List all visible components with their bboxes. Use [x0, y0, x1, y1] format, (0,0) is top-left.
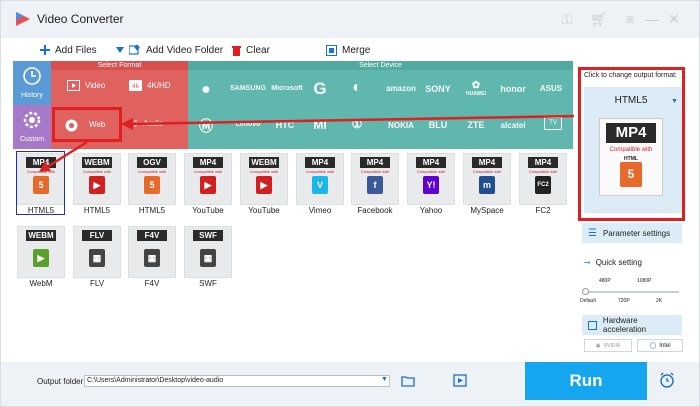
arrow-to-web: [126, 114, 577, 126]
quick-setting: ⊸ Quick setting: [584, 258, 642, 267]
run-button[interactable]: Run: [525, 362, 647, 400]
nvidia-toggle[interactable]: ▣ NVIDIA: [584, 339, 632, 352]
intel-icon: ◯: [649, 343, 657, 349]
nvidia-icon: ▣: [595, 342, 601, 349]
quality-top-480p: 480P: [599, 278, 611, 284]
arrow-to-html5: [43, 140, 88, 171]
hardware-acceleration-label: Hardware acceleration: [602, 316, 647, 334]
quality-bottom-720p: 720P: [618, 298, 630, 304]
hardware-acceleration-button[interactable]: Hardware acceleration: [582, 315, 682, 335]
output-format-highlight-box: [578, 67, 685, 221]
quality-slider-thumb[interactable]: [582, 288, 589, 295]
arrow-head-web: [121, 118, 133, 130]
quality-bottom-default: Default: [580, 298, 596, 304]
open-folder-icon[interactable]: [401, 375, 415, 387]
intel-toggle[interactable]: ◯ Intel: [637, 339, 683, 352]
quality-bottom-2k: 2K: [656, 298, 663, 304]
run-label: Run: [569, 371, 603, 390]
parameter-settings-label: Parameter settings: [602, 228, 671, 238]
intel-label: Intel: [659, 342, 671, 349]
alarm-clock-icon[interactable]: [659, 372, 675, 388]
output-folder-label: Output folder:: [37, 377, 86, 386]
quick-setting-label: Quick setting: [595, 258, 642, 267]
app-window: Video Converter ⚿ 🛒︎ ≡ — ✕ Add Files Add…: [0, 0, 700, 407]
parameter-settings-button[interactable]: ☰ Parameter settings: [582, 223, 682, 243]
output-folder-dropdown-icon[interactable]: ▼: [381, 376, 388, 383]
sliders-icon: ☰: [588, 227, 597, 239]
quality-top-1080p: 1080P: [637, 278, 652, 284]
quick-setting-icon: ⊸: [584, 258, 591, 267]
quality-slider-track[interactable]: [585, 291, 679, 293]
nvidia-label: NVIDIA: [603, 342, 621, 349]
video-folder-icon[interactable]: [453, 374, 467, 387]
output-folder-input[interactable]: C:\Users\Administrator\Desktop\video-aud…: [84, 375, 390, 387]
chip-icon: [588, 320, 597, 330]
